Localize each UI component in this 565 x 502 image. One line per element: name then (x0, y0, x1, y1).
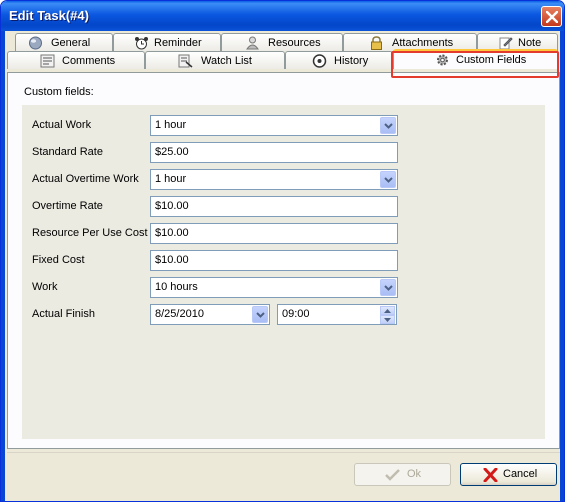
tab-watch-list-label: Watch List (201, 55, 252, 67)
actual-finish-date-value: 8/25/2010 (155, 308, 204, 320)
gear-icon (437, 54, 448, 66)
custom-fields-panel: Custom fields: Actual Work 1 hour Standa… (7, 72, 560, 449)
padlock-icon (371, 36, 382, 50)
checkmark-icon (385, 469, 400, 481)
chevron-down-icon (384, 318, 391, 322)
actual-overtime-work-value: 1 hour (155, 173, 187, 185)
field-label-actual-finish: Actual Finish (32, 308, 95, 320)
time-increment-button[interactable] (380, 306, 395, 315)
tab-general-label: General (51, 37, 91, 49)
tab-watch-list[interactable]: Watch List (145, 51, 285, 69)
date-dropdown-button[interactable] (252, 306, 268, 323)
field-label-standard-rate: Standard Rate (32, 146, 103, 158)
red-x-icon (483, 468, 498, 482)
ok-button-label: Ok (407, 468, 422, 480)
actual-finish-date-picker[interactable]: 8/25/2010 (150, 304, 270, 325)
chevron-up-icon (384, 309, 391, 313)
actual-work-dropdown-button[interactable] (380, 117, 396, 134)
tab-resources-label: Resources (268, 37, 321, 49)
title-bar[interactable]: Edit Task(#4) (1, 1, 564, 31)
work-select[interactable]: 10 hours (150, 277, 398, 298)
overtime-rate-input[interactable]: $10.00 (150, 196, 398, 217)
field-label-actual-overtime-work: Actual Overtime Work (32, 173, 139, 185)
actual-overtime-work-dropdown-button[interactable] (380, 171, 396, 188)
field-label-fixed-cost: Fixed Cost (32, 254, 85, 266)
actual-finish-time-spinner[interactable]: 09:00 (277, 304, 397, 325)
field-label-resource-per-use-cost: Resource Per Use Cost (32, 227, 148, 239)
chevron-down-icon (384, 285, 393, 291)
tab-resources[interactable]: Resources (221, 33, 343, 51)
chevron-down-icon (384, 123, 393, 129)
resource-per-use-cost-input[interactable]: $10.00 (150, 223, 398, 244)
fixed-cost-input[interactable]: $10.00 (150, 250, 398, 271)
cancel-button-label: Cancel (503, 468, 538, 480)
watch-list-icon (178, 54, 193, 68)
comments-icon (40, 54, 55, 68)
work-value: 10 hours (155, 281, 198, 293)
alarm-clock-icon (135, 37, 148, 50)
tab-general[interactable]: General (15, 33, 113, 51)
person-icon (246, 36, 259, 50)
tab-comments[interactable]: Comments (7, 51, 145, 69)
actual-overtime-work-select[interactable]: 1 hour (150, 169, 398, 190)
note-icon (499, 37, 513, 50)
tab-attachments-label: Attachments (392, 37, 454, 49)
tab-comments-label: Comments (62, 55, 116, 67)
actual-finish-time-value: 09:00 (282, 308, 310, 320)
history-icon (312, 54, 327, 68)
chevron-down-icon (256, 312, 265, 318)
standard-rate-input[interactable]: $25.00 (150, 142, 398, 163)
work-dropdown-button[interactable] (380, 279, 396, 296)
field-label-overtime-rate: Overtime Rate (32, 200, 103, 212)
chevron-down-icon (384, 177, 393, 183)
actual-work-value: 1 hour (155, 119, 187, 131)
window-title: Edit Task(#4) (9, 8, 89, 23)
tab-history-label: History (334, 55, 369, 67)
ok-button[interactable]: Ok (354, 463, 451, 486)
window-frame-right (560, 31, 564, 501)
tab-reminder-label: Reminder (154, 37, 202, 49)
close-icon (546, 11, 558, 23)
panel-heading: Custom fields: (24, 86, 94, 98)
cancel-button[interactable]: Cancel (460, 463, 557, 486)
tab-note-label: Note (518, 37, 542, 49)
tab-history[interactable]: History (285, 51, 393, 69)
edit-task-dialog: Edit Task(#4) General Reminder Resources (0, 0, 565, 502)
footer-separator (7, 452, 560, 453)
window-frame-left (1, 31, 5, 501)
field-label-work: Work (32, 281, 58, 293)
close-button[interactable] (541, 6, 562, 27)
custom-fields-grid: Actual Work 1 hour Standard Rate $25.00 … (22, 105, 545, 439)
tab-custom-fields[interactable]: Custom Fields (393, 49, 558, 69)
field-label-actual-work: Actual Work (32, 119, 92, 131)
time-decrement-button[interactable] (380, 315, 395, 324)
tab-custom-fields-label: Custom Fields (456, 54, 527, 66)
globe-icon (29, 36, 42, 50)
actual-work-select[interactable]: 1 hour (150, 115, 398, 136)
tab-reminder[interactable]: Reminder (113, 33, 221, 51)
